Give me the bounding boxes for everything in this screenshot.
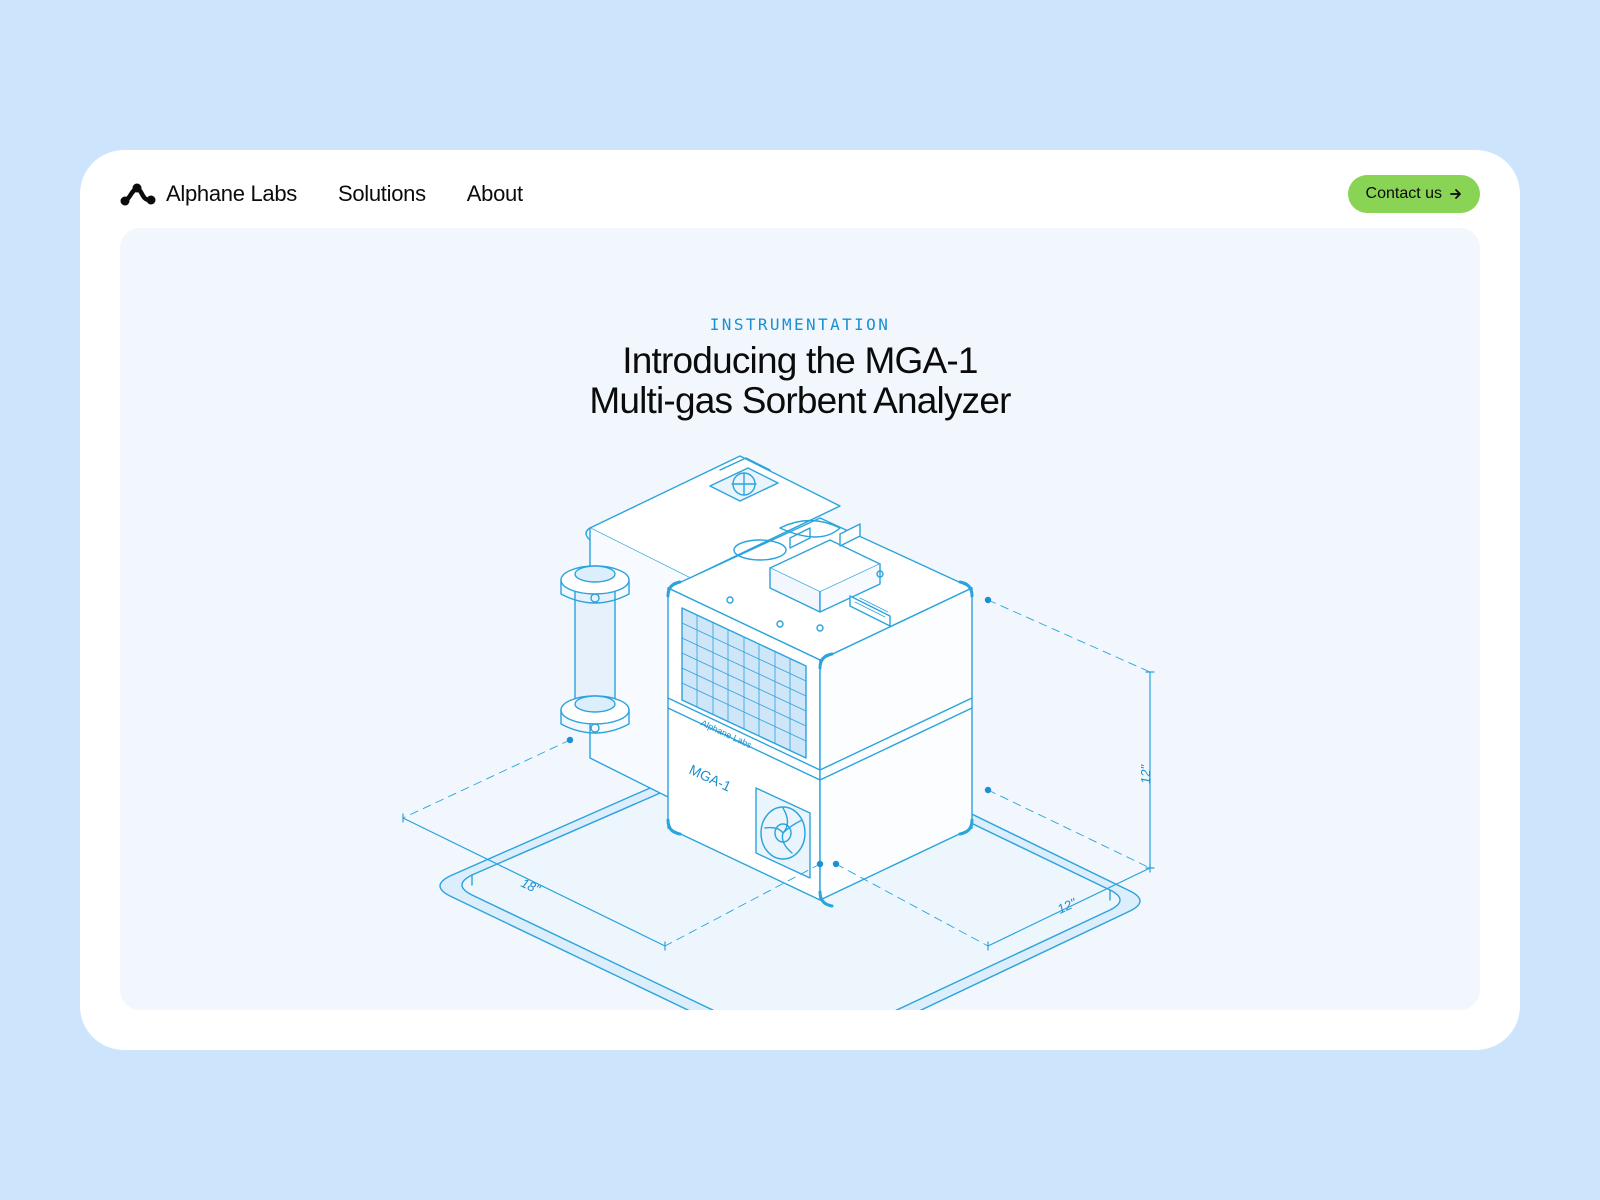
hero-panel: INSTRUMENTATION Introducing the MGA-1 Mu… [120,228,1480,1010]
brand-name: Alphane Labs [166,181,297,206]
alphane-logo-icon [120,183,156,206]
arrow-right-icon [1450,189,1461,199]
page-card: Alphane Labs Solutions About Contact us … [80,150,1520,1050]
nav-link-about[interactable]: About [467,181,523,207]
top-nav: Alphane Labs Solutions About Contact us [120,172,1480,216]
nav-link-solutions[interactable]: Solutions [338,181,426,207]
mga1-isometric-illustration: Alphane Labs MGA-1 18" 12" 12" [402,455,1155,1010]
contact-us-button[interactable]: Contact us [1347,175,1480,213]
brand-link[interactable]: Alphane Labs [120,181,297,207]
dimension-height-label: 12" [1138,764,1153,784]
contact-us-label: Contact us [1365,185,1442,202]
